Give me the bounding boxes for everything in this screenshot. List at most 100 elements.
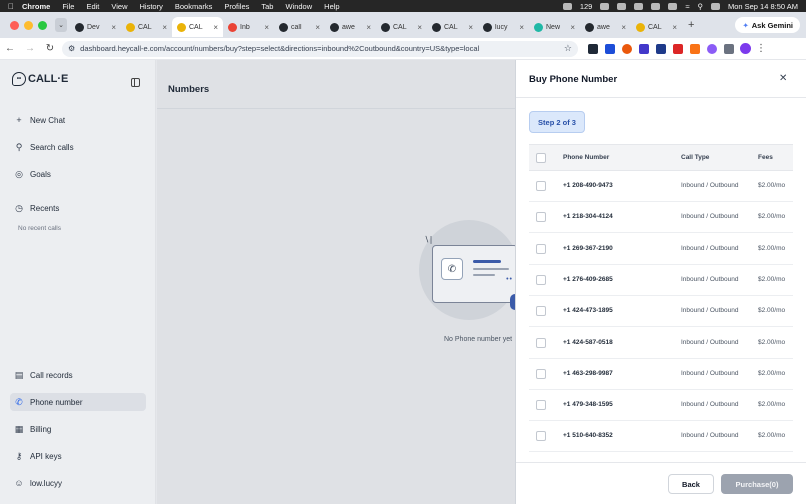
spotlight-icon[interactable]: ⚲ (697, 2, 703, 11)
zoom-window-button[interactable] (38, 20, 47, 30)
status-app-icon[interactable] (562, 2, 572, 10)
extension-icon-8[interactable] (707, 43, 717, 54)
extension-icon-6[interactable] (673, 43, 683, 54)
row-checkbox[interactable] (536, 243, 546, 254)
sidebar-item-user[interactable]: ☺ low.lucyy (10, 474, 146, 492)
new-tab-plus-icon[interactable]: + (688, 19, 694, 31)
tab-close-icon[interactable]: × (111, 23, 116, 32)
row-checkbox[interactable] (536, 431, 546, 442)
table-row[interactable]: +1 208-490-9473 Inbound / Outbound $2.00/m… (529, 171, 793, 202)
extension-icon-2[interactable] (605, 43, 615, 54)
forward-arrow-icon[interactable]: → (20, 43, 40, 54)
browser-tab[interactable]: CAL × (631, 17, 682, 37)
menu-file[interactable]: File (62, 2, 74, 11)
tab-close-icon[interactable]: × (213, 23, 218, 32)
back-button[interactable]: Back (668, 474, 714, 494)
menu-profiles[interactable]: Profiles (224, 2, 249, 11)
sidebar-item-call-records[interactable]: ▤ Call records (10, 366, 146, 384)
extension-icon-7[interactable] (690, 43, 700, 54)
tab-close-icon[interactable]: × (621, 23, 626, 32)
bookmark-star-icon[interactable]: ☆ (564, 43, 572, 54)
browser-tab[interactable]: CAL × (376, 17, 427, 37)
sidebar-item-phone-number[interactable]: ✆ Phone number (10, 393, 146, 411)
close-icon[interactable]: ✕ (779, 73, 787, 84)
row-checkbox[interactable] (536, 368, 546, 379)
extension-icon-3[interactable] (622, 43, 632, 54)
sidebar-item-new-chat[interactable]: + New Chat (10, 111, 146, 129)
browser-tab[interactable]: lucy × (478, 17, 529, 37)
browser-tab[interactable]: call × (274, 17, 325, 37)
extensions-puzzle-icon[interactable] (724, 43, 734, 54)
browser-tab[interactable]: CAL × (427, 17, 478, 37)
tab-close-icon[interactable]: × (315, 23, 320, 32)
browser-tab[interactable]: CAL × (172, 17, 223, 37)
tab-close-icon[interactable]: × (264, 23, 269, 32)
status-icon-b[interactable] (617, 2, 627, 10)
row-checkbox[interactable] (536, 212, 546, 223)
extension-icon-4[interactable] (639, 43, 649, 54)
table-row[interactable]: +1 424-587-0518 Inbound / Outbound $2.00/m… (529, 328, 793, 359)
status-icon-c[interactable] (634, 2, 644, 10)
menu-history[interactable]: History (140, 2, 163, 11)
browser-tab[interactable]: Inb × (223, 17, 274, 37)
table-row[interactable]: +1 276-409-2685 Inbound / Outbound $2.00/m… (529, 265, 793, 296)
browser-tab[interactable]: New × (529, 17, 580, 37)
sidebar-item-billing[interactable]: ▦ Billing (10, 420, 146, 438)
reload-icon[interactable]: ↻ (40, 43, 60, 54)
tab-close-icon[interactable]: × (366, 23, 371, 32)
address-bar[interactable]: ⚙ dashboard.heycall-e.com/account/number… (62, 40, 578, 57)
browser-tab[interactable]: Dev × (70, 17, 121, 37)
table-row[interactable]: +1 510-640-8352 Inbound / Outbound $2.00/m… (529, 421, 793, 453)
sidebar-item-api-keys[interactable]: ⚷ API keys (10, 447, 146, 465)
row-checkbox[interactable] (536, 181, 546, 191)
tab-close-icon[interactable]: × (162, 23, 167, 32)
tab-close-icon[interactable]: × (672, 23, 677, 32)
row-checkbox[interactable] (536, 306, 546, 317)
row-checkbox[interactable] (536, 337, 546, 348)
extension-icon-5[interactable] (656, 43, 666, 54)
tab-close-icon[interactable]: × (468, 23, 473, 32)
close-window-button[interactable] (10, 20, 19, 30)
status-icon-d[interactable] (651, 2, 661, 10)
menu-edit[interactable]: Edit (86, 2, 99, 11)
menu-view[interactable]: View (111, 2, 127, 11)
sidebar-item-search-calls[interactable]: ⚲ Search calls (10, 138, 146, 156)
more-menu-icon[interactable]: ⋮ (751, 43, 771, 54)
tab-search-chevron-icon[interactable]: ⌄ (55, 18, 67, 32)
browser-tab[interactable]: awe × (325, 17, 376, 37)
table-row[interactable]: +1 479-348-1595 Inbound / Outbound $2.00/m… (529, 390, 793, 422)
menu-window[interactable]: Window (285, 2, 312, 11)
tab-close-icon[interactable]: × (519, 23, 524, 32)
browser-tab[interactable]: CAL × (121, 17, 172, 37)
collapse-sidebar-icon[interactable] (131, 78, 140, 87)
profile-avatar[interactable] (740, 43, 751, 54)
menu-app-name[interactable]: Chrome (22, 2, 50, 11)
back-arrow-icon[interactable]: ← (0, 43, 20, 54)
tab-close-icon[interactable]: × (417, 23, 422, 32)
row-checkbox[interactable] (536, 400, 546, 411)
ask-gemini-button[interactable]: ✦ Ask Gemini (735, 17, 800, 33)
wifi-icon[interactable]: ≈ (685, 2, 689, 11)
url-text[interactable]: dashboard.heycall-e.com/account/numbers/… (80, 44, 559, 53)
select-all-checkbox[interactable] (536, 153, 546, 163)
status-icon-a[interactable] (600, 2, 610, 10)
sidebar-item-goals[interactable]: ◎ Goals (10, 165, 146, 183)
menu-bookmarks[interactable]: Bookmarks (175, 2, 213, 11)
table-row[interactable]: +1 218-304-4124 Inbound / Outbound $2.00/m… (529, 202, 793, 234)
table-row[interactable]: +1 424-473-1895 Inbound / Outbound $2.00/m… (529, 296, 793, 328)
table-row[interactable]: +1 269-367-2190 Inbound / Outbound $2.00/m… (529, 234, 793, 265)
menu-help[interactable]: Help (324, 2, 339, 11)
tab-close-icon[interactable]: × (570, 23, 575, 32)
minimize-window-button[interactable] (24, 20, 33, 30)
browser-tab[interactable]: awe × (580, 17, 631, 37)
clock[interactable]: Mon Sep 14 8:50 AM (728, 2, 798, 11)
menu-tab[interactable]: Tab (261, 2, 273, 11)
app-logo[interactable]: •• CALL·E (12, 72, 68, 86)
table-row[interactable]: +1 463-298-9987 Inbound / Outbound $2.00/m… (529, 359, 793, 390)
battery-icon[interactable] (668, 2, 678, 10)
purchase-button[interactable]: Purchase(0) (721, 474, 793, 494)
control-center-icon[interactable] (710, 2, 720, 10)
extension-icon-1[interactable] (588, 43, 598, 54)
sidebar-item-recents[interactable]: ◷ Recents (10, 199, 146, 217)
site-info-icon[interactable]: ⚙ (68, 44, 75, 53)
